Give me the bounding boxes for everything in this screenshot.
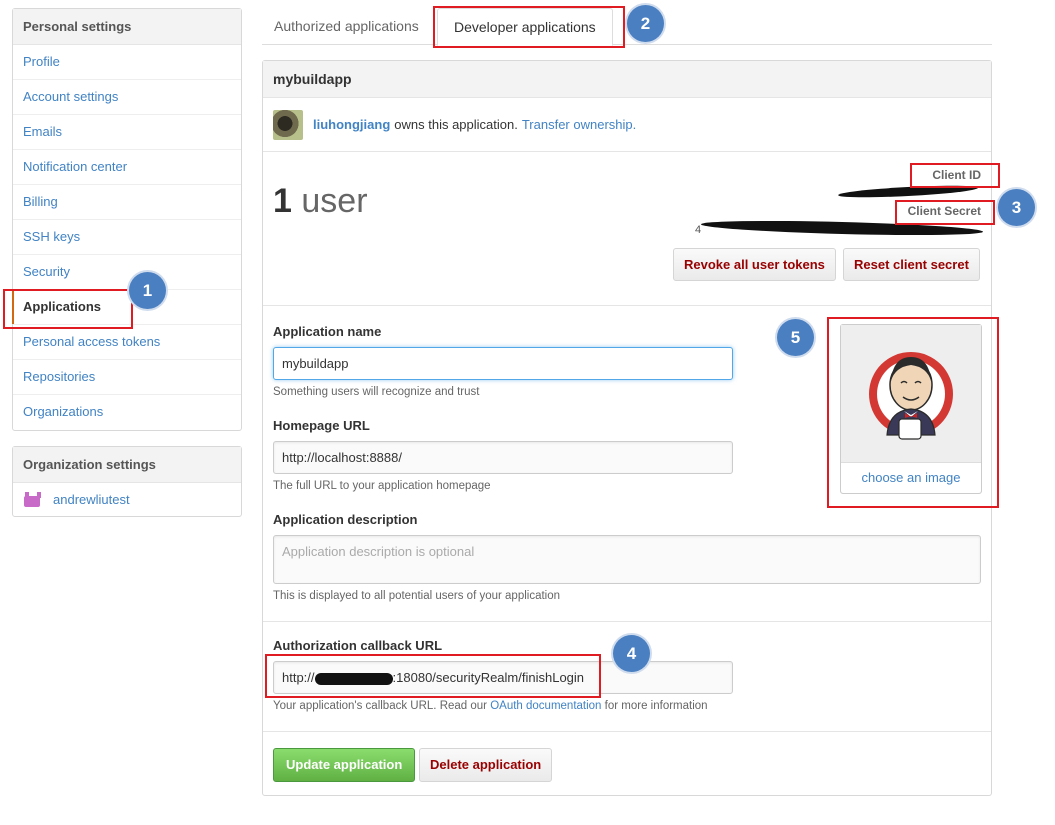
sidebar-item-notification-center[interactable]: Notification center: [13, 150, 241, 185]
annotation-box-developer-tab: [433, 6, 625, 48]
homepage-url-label: Homepage URL: [273, 418, 370, 433]
app-name-label: Application name: [273, 324, 382, 339]
sidebar-item-emails[interactable]: Emails: [13, 115, 241, 150]
owns-text: owns this application.: [394, 117, 518, 132]
org-item-label: andrewliutest: [53, 492, 130, 507]
personal-settings-heading: Personal settings: [13, 9, 241, 45]
homepage-url-note: The full URL to your application homepag…: [273, 480, 491, 492]
reset-client-secret-button[interactable]: Reset client secret: [843, 248, 980, 281]
client-secret-partial: 4: [695, 224, 702, 236]
annotation-number-4: 4: [613, 635, 650, 672]
annotation-number-1: 1: [129, 272, 166, 309]
owner-link[interactable]: liuhongjiang: [313, 117, 390, 132]
annotation-box-client-id: [910, 163, 1000, 188]
homepage-url-input[interactable]: [273, 441, 733, 474]
owner-avatar: [273, 109, 303, 140]
delete-application-button[interactable]: Delete application: [419, 748, 553, 782]
sidebar-item-personal-access-tokens[interactable]: Personal access tokens: [13, 325, 241, 360]
annotation-box-callback-url: [265, 654, 601, 698]
app-name-input[interactable]: [273, 347, 733, 380]
app-description-textarea[interactable]: [273, 535, 981, 584]
owner-row: liuhongjiang owns this application. Tran…: [263, 98, 991, 152]
annotation-box-applications: [3, 289, 133, 329]
org-item-andrewliutest[interactable]: andrewliutest: [13, 483, 241, 516]
transfer-ownership-link[interactable]: Transfer ownership.: [522, 117, 636, 132]
user-count: 1 user: [273, 182, 368, 221]
user-count-number: 1: [273, 182, 292, 220]
callback-note-before: Your application's callback URL. Read ou…: [273, 700, 488, 712]
app-name-header: mybuildapp: [263, 61, 991, 98]
annotation-box-client-secret: [895, 200, 995, 225]
callback-divider: [263, 621, 991, 622]
revoke-all-tokens-button[interactable]: Revoke all user tokens: [673, 248, 836, 281]
callback-url-label: Authorization callback URL: [273, 638, 443, 653]
personal-settings-menu: Personal settings Profile Account settin…: [12, 8, 242, 431]
sidebar-item-ssh-keys[interactable]: SSH keys: [13, 220, 241, 255]
update-application-button[interactable]: Update application: [273, 748, 416, 782]
sidebar-item-profile[interactable]: Profile: [13, 45, 241, 80]
annotation-number-2: 2: [627, 5, 664, 42]
callback-url-note: Your application's callback URL. Read ou…: [273, 700, 708, 712]
user-count-word: user: [301, 182, 368, 220]
stats-row: 1 user Client ID Client Secret 4 Revoke …: [263, 152, 991, 306]
annotation-number-3: 3: [998, 189, 1035, 226]
app-description-label: Application description: [273, 512, 418, 527]
organization-settings-menu: Organization settings andrewliutest: [12, 446, 242, 517]
sidebar-item-billing[interactable]: Billing: [13, 185, 241, 220]
sidebar-item-organizations[interactable]: Organizations: [13, 395, 241, 430]
sidebar-item-security[interactable]: Security: [13, 255, 241, 290]
org-avatar-icon: [23, 491, 41, 508]
annotation-box-logo: [827, 317, 999, 508]
actions-divider: [263, 731, 991, 732]
sidebar-item-repositories[interactable]: Repositories: [13, 360, 241, 395]
callback-note-after: for more information: [604, 700, 708, 712]
annotation-number-5: 5: [777, 319, 814, 356]
sidebar-item-account-settings[interactable]: Account settings: [13, 80, 241, 115]
app-description-note: This is displayed to all potential users…: [273, 590, 561, 602]
oauth-documentation-link[interactable]: OAuth documentation: [490, 700, 601, 712]
app-name-note: Something users will recognize and trust: [273, 386, 480, 398]
tab-authorized-applications[interactable]: Authorized applications: [274, 8, 419, 45]
organization-settings-heading: Organization settings: [13, 447, 241, 483]
